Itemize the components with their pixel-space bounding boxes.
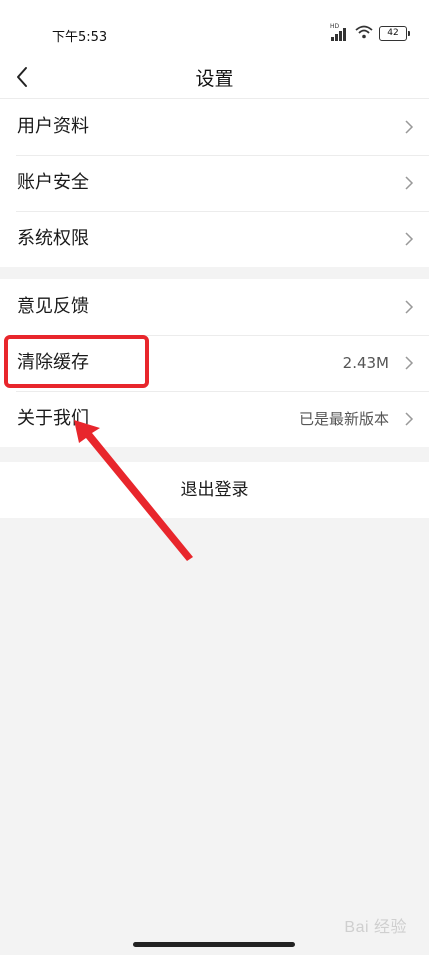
settings-row-about-us[interactable]: 关于我们 已是最新版本 [0, 391, 429, 447]
header: 设置 [0, 58, 429, 99]
row-label: 账户安全 [17, 172, 89, 193]
status-icons: HD 42 [330, 23, 410, 43]
network-type-label: HD [330, 22, 340, 30]
settings-row-feedback[interactable]: 意见反馈 [0, 279, 429, 335]
signal-icon: HD [330, 23, 349, 41]
settings-group-account: 用户资料 账户安全 系统权限 [0, 99, 429, 267]
page-title: 设置 [195, 68, 234, 90]
row-label: 关于我们 [17, 408, 89, 429]
battery-icon: 42 [379, 26, 410, 41]
chevron-right-icon [405, 356, 414, 370]
status-bar: 下午5:53 HD 42 [0, 0, 429, 58]
wifi-icon [355, 24, 373, 43]
row-label: 用户资料 [17, 116, 89, 137]
battery-level: 42 [387, 28, 399, 38]
annotation-highlight-box [4, 335, 149, 388]
settings-row-system-permissions[interactable]: 系统权限 [0, 211, 429, 267]
version-status-value: 已是最新版本 [298, 410, 389, 428]
watermark: Bai 经验 [344, 919, 407, 936]
logout-button[interactable]: 退出登录 [0, 462, 429, 518]
chevron-right-icon [405, 300, 414, 314]
chevron-right-icon [405, 176, 414, 190]
chevron-right-icon [405, 232, 414, 246]
status-time: 下午5:53 [52, 30, 108, 45]
cache-size-value: 2.43M [342, 354, 389, 372]
home-indicator[interactable] [133, 942, 295, 947]
chevron-right-icon [405, 120, 414, 134]
chevron-right-icon [405, 412, 414, 426]
settings-row-user-profile[interactable]: 用户资料 [0, 99, 429, 155]
settings-row-account-security[interactable]: 账户安全 [0, 155, 429, 211]
row-label: 系统权限 [17, 228, 89, 249]
row-label: 意见反馈 [17, 296, 89, 317]
